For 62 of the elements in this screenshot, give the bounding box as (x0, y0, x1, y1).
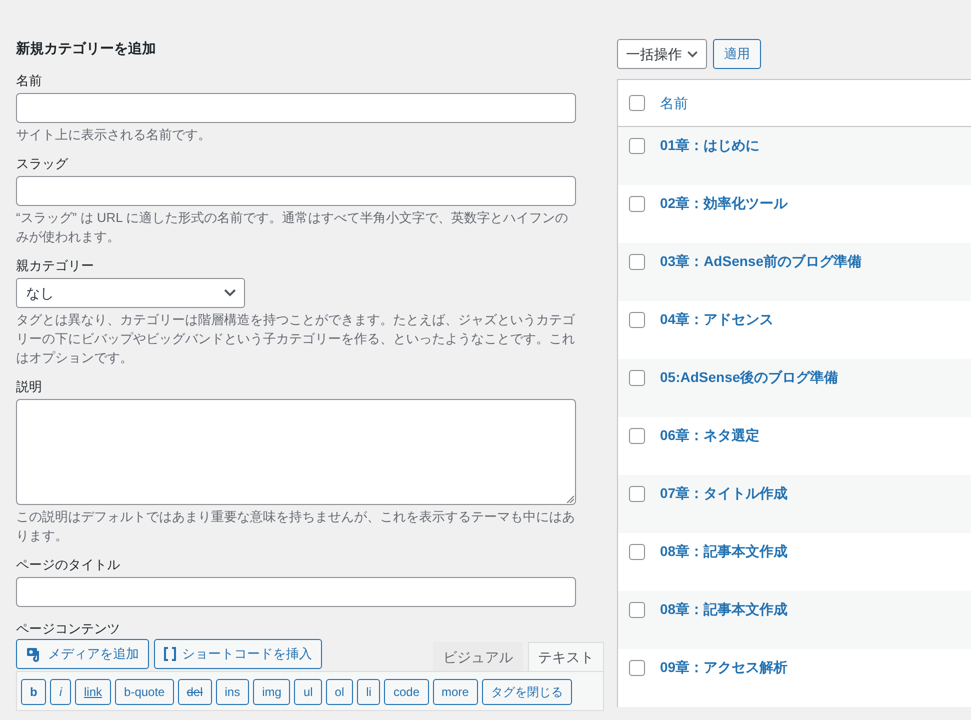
quicktag-button[interactable]: b-quote (115, 679, 174, 705)
quicktag-button[interactable]: ol (326, 679, 354, 705)
editor-tab[interactable]: ビジュアル (433, 642, 523, 671)
help-text: サイト上に表示される名前です。 (16, 126, 212, 144)
resize-handle-icon (566, 495, 574, 503)
insert-shortcode-button[interactable]: ショートコードを挿入 (154, 639, 322, 669)
field-label: ページのタイトル (16, 556, 121, 574)
quicktag-button[interactable]: ul (294, 679, 322, 705)
field-label: 説明 (16, 378, 43, 396)
quicktag-button[interactable]: del (178, 679, 212, 705)
checkbox[interactable] (629, 370, 645, 386)
category-link[interactable]: 08章：記事本文作成 (660, 543, 788, 559)
column-header[interactable]: 名前 (660, 92, 688, 114)
parent-category-select[interactable]: なし (16, 278, 245, 308)
chevron-down-icon (224, 289, 236, 297)
checkbox[interactable] (629, 312, 645, 328)
apply-button[interactable]: 適用 (713, 39, 761, 69)
checkbox[interactable] (629, 428, 645, 444)
help-text: “スラッグ” は URL に適した形式の名前です。通常はすべて半角小文字で、英数字とハイフンのみが使われます。 (16, 209, 570, 246)
section-heading: 新規カテゴリーを追加 (16, 39, 157, 58)
description-textarea[interactable] (16, 399, 576, 505)
field-label: スラッグ (16, 155, 70, 173)
category-link[interactable]: 02章：効率化ツール (660, 195, 788, 211)
help-text: この説明はデフォルトではあまり重要な意味を持ちませんが、これを表示するテーマも中にはあります。 (16, 508, 576, 545)
category-link[interactable]: 06章：ネタ選定 (660, 427, 760, 443)
field-label: ページコンテンツ (16, 620, 121, 638)
quicktag-button[interactable]: i (50, 679, 72, 705)
checkbox[interactable] (629, 660, 645, 676)
quicktag-button[interactable]: more (432, 679, 478, 705)
checkbox[interactable] (629, 544, 645, 560)
chevron-down-icon (687, 50, 698, 58)
checkbox[interactable] (629, 486, 645, 502)
checkbox[interactable] (629, 254, 645, 270)
checkbox[interactable] (629, 95, 645, 111)
quicktag-button[interactable]: li (357, 679, 380, 705)
category-link[interactable]: 05:AdSense後のブログ準備 (660, 369, 838, 385)
category-link[interactable]: 07章：タイトル作成 (660, 485, 788, 501)
quicktag-button[interactable]: b (21, 679, 46, 705)
brackets-icon (164, 646, 176, 662)
media-icon (26, 646, 42, 662)
text-field[interactable] (16, 176, 576, 206)
quicktag-button[interactable]: link (75, 679, 112, 705)
field-label: 親カテゴリー (16, 257, 95, 275)
add-media-button[interactable]: メディアを追加 (16, 639, 149, 669)
help-text: タグとは異なり、カテゴリーは階層構造を持つことができます。たとえば、ジャズというカテゴリーの下にビバップやビッグバンドという子カテゴリーを作る、といったようなことです。これはオプションです。 (16, 311, 576, 367)
category-link[interactable]: 08章：記事本文作成 (660, 601, 788, 617)
text-field[interactable] (16, 93, 576, 123)
field-label: 名前 (16, 72, 43, 90)
checkbox[interactable] (629, 196, 645, 212)
checkbox[interactable] (629, 138, 645, 154)
category-link[interactable]: 01章：はじめに (660, 137, 760, 153)
category-link[interactable]: 09章：アクセス解析 (660, 659, 788, 675)
checkbox[interactable] (629, 602, 645, 618)
category-link[interactable]: 03章：AdSense前のブログ準備 (660, 253, 862, 269)
quicktag-button[interactable]: ins (216, 679, 250, 705)
quicktag-button[interactable]: img (253, 679, 290, 705)
bulk-action-select[interactable]: 一括操作 (617, 39, 707, 69)
editor-tab[interactable]: テキスト (528, 642, 604, 671)
category-link[interactable]: 04章：アドセンス (660, 311, 774, 327)
text-field[interactable] (16, 577, 576, 607)
quicktag-button[interactable]: タグを閉じる (482, 679, 572, 705)
quicktag-button[interactable]: code (384, 679, 428, 705)
